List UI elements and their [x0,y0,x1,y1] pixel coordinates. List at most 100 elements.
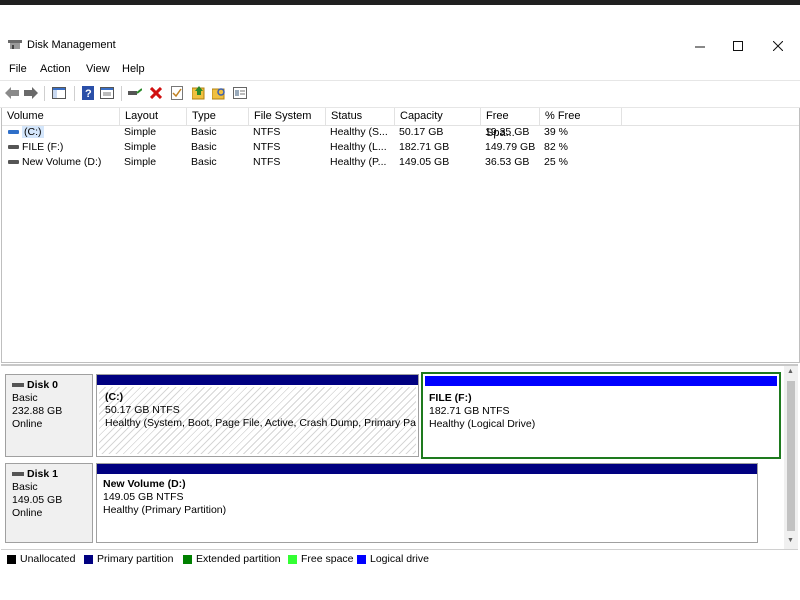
volume-list-header: Volume Layout Type File System Status Ca… [2,108,799,139]
legend-label: Extended partition [196,553,281,565]
delete-button[interactable] [149,86,163,100]
menu-bar: File Action View Help [0,60,800,80]
help-button[interactable]: ? [81,86,95,100]
partition-c[interactable]: (C:) 50.17 GB NTFS Healthy (System, Boot… [96,374,419,457]
free-space-cell: 149.79 GB [485,141,536,153]
legend-swatch [7,554,16,564]
primary-partition-bar [97,375,418,385]
toolbar-separator [74,86,75,101]
maximize-button[interactable] [718,31,758,60]
legend-label: Unallocated [20,553,76,565]
folder-up-button[interactable] [192,86,206,100]
percent-free-cell: 82 % [544,141,568,153]
menu-file[interactable]: File [9,63,27,75]
legend-unallocated: Unallocated [7,553,75,565]
partition-d-body: New Volume (D:) 149.05 GB NTFS Healthy (… [97,474,757,542]
volume-name: New Volume (D:) [22,156,102,168]
column-volume[interactable]: Volume [2,108,120,125]
scrollbar-thumb[interactable] [787,381,795,531]
toolbar-separator [121,86,122,101]
minimize-icon [695,46,705,47]
disk-state: Online [12,507,43,519]
partition-status: Healthy (Primary Partition) [103,504,227,516]
legend-label: Primary partition [97,553,174,565]
partition-f[interactable]: FILE (F:) 182.71 GB NTFS Healthy (Logica… [421,372,781,459]
capacity-cell: 182.71 GB [399,141,450,153]
table-row[interactable]: (C:) Simple Basic NTFS Healthy (S... 50.… [2,125,799,140]
menu-help[interactable]: Help [122,63,145,75]
primary-partition-bar [97,464,757,474]
disk-management-window: Disk Management File Action View Help ? [0,31,800,565]
column-status[interactable]: Status [326,108,395,125]
disk-size: 232.88 GB [12,405,63,417]
graphical-view-scrollbar[interactable]: ▲ ▼ [784,366,798,549]
back-arrow-icon [5,87,19,99]
table-row[interactable]: FILE (F:) Simple Basic NTFS Healthy (L..… [2,140,799,155]
properties-button[interactable] [100,86,114,100]
layout-cell: Simple [124,141,157,153]
properties-icon [100,87,114,99]
type-cell: Basic [191,156,217,168]
legend-swatch [357,554,366,564]
disk-state: Online [12,418,43,430]
console-tree-icon [52,87,66,99]
partition-title: FILE (F:) [429,392,472,404]
free-space-cell: 36.53 GB [485,156,530,168]
delete-icon [150,87,162,99]
scroll-up-icon[interactable]: ▲ [787,368,794,375]
forward-button[interactable] [24,86,38,100]
column-layout[interactable]: Layout [120,108,187,125]
file-system-cell: NTFS [253,156,281,168]
toolbar: ? [0,80,800,108]
column-percent-free[interactable]: % Free [540,108,622,125]
settings-button[interactable] [233,86,247,100]
column-type[interactable]: Type [187,108,249,125]
window-title: Disk Management [27,39,116,51]
file-system-cell: NTFS [253,141,281,153]
search-folder-button[interactable] [212,86,226,100]
close-icon [773,40,783,51]
disk-graphical-view: Disk 0 Basic 232.88 GB Online (C:) 50.17… [1,364,798,549]
close-button[interactable] [758,31,798,60]
disk-name: Disk 1 [27,468,58,480]
partition-size: 149.05 GB NTFS [103,491,184,503]
capacity-cell: 149.05 GB [399,156,450,168]
legend-label: Logical drive [370,553,429,565]
file-system-cell: NTFS [253,126,281,138]
layout-cell: Simple [124,126,157,138]
volume-icon [8,145,19,150]
column-file-system[interactable]: File System [249,108,326,125]
partition-status: Healthy (System, Boot, Page File, Active… [105,417,416,429]
column-capacity[interactable]: Capacity [395,108,481,125]
disk-name: Disk 0 [27,379,58,391]
connect-disk-button[interactable] [128,86,142,100]
check-icon [171,86,183,100]
menu-action[interactable]: Action [40,63,71,75]
percent-free-cell: 39 % [544,126,568,138]
back-button[interactable] [5,86,19,100]
legend-swatch [288,554,297,564]
show-hide-console-tree-button[interactable] [52,86,66,100]
disk-0-label[interactable]: Disk 0 Basic 232.88 GB Online [5,374,93,457]
free-space-cell: 19.35 GB [485,126,530,138]
volume-name: FILE (F:) [22,141,64,153]
taskbar-edge [0,0,800,5]
scroll-down-icon[interactable]: ▼ [787,537,794,544]
type-cell: Basic [191,126,217,138]
table-row[interactable]: New Volume (D:) Simple Basic NTFS Health… [2,155,799,170]
check-button[interactable] [170,86,184,100]
disk-size: 149.05 GB [12,494,63,506]
menu-view[interactable]: View [86,63,110,75]
legend: Unallocated Primary partition Extended p… [1,549,798,565]
partition-c-body: (C:) 50.17 GB NTFS Healthy (System, Boot… [99,387,416,454]
column-free-space[interactable]: Free Spa... [481,108,540,139]
disk-1-label[interactable]: Disk 1 Basic 149.05 GB Online [5,463,93,543]
minimize-button[interactable] [680,31,720,60]
partition-status: Healthy (Logical Drive) [429,418,536,430]
legend-logical-drive: Logical drive [357,553,429,565]
layout-cell: Simple [124,156,157,168]
status-cell: Healthy (P... [330,156,387,168]
volume-icon [8,160,19,165]
partition-d[interactable]: New Volume (D:) 149.05 GB NTFS Healthy (… [96,463,758,543]
maximize-icon [733,40,743,51]
